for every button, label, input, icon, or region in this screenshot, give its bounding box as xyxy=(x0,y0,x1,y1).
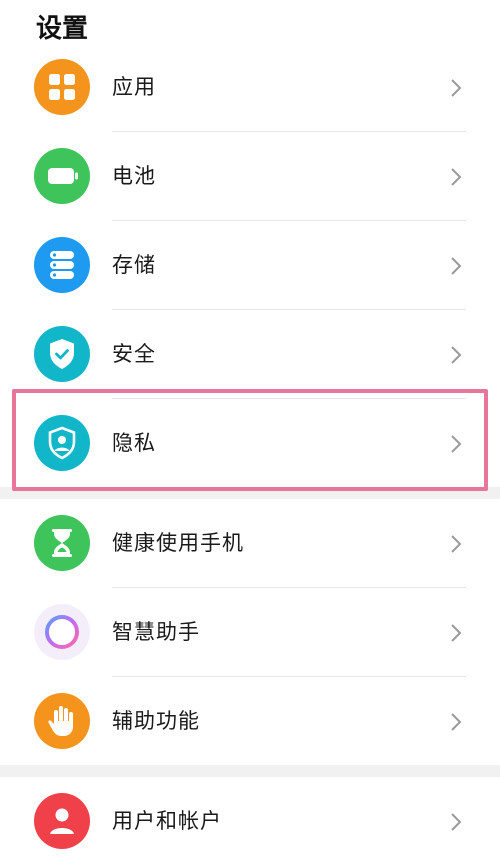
chevron-right-icon xyxy=(448,310,468,398)
hourglass-icon xyxy=(34,515,90,571)
chevron-right-icon xyxy=(448,777,468,865)
page-title: 设置 xyxy=(36,14,89,44)
settings-item-label: 安全 xyxy=(112,342,156,366)
highlight-frame xyxy=(12,389,488,491)
shield-check-icon xyxy=(34,326,90,382)
chevron-right-icon xyxy=(448,677,468,765)
settings-item-smart-assistant[interactable]: 智慧助手 xyxy=(0,588,500,676)
settings-item-label: 存储 xyxy=(112,253,156,277)
chevron-right-icon xyxy=(448,499,468,587)
apps-grid-icon xyxy=(34,59,90,115)
settings-item-battery[interactable]: 电池 xyxy=(0,132,500,220)
section-gap xyxy=(0,765,500,777)
hand-icon xyxy=(34,693,90,749)
settings-item-accessibility[interactable]: 辅助功能 xyxy=(0,677,500,765)
settings-item-label: 健康使用手机 xyxy=(112,531,244,555)
chevron-right-icon xyxy=(448,132,468,220)
chevron-right-icon xyxy=(448,43,468,131)
settings-item-label: 电池 xyxy=(112,164,156,188)
assistant-ring-icon xyxy=(34,604,90,660)
settings-item-label: 用户和帐户 xyxy=(112,809,222,833)
storage-icon xyxy=(34,237,90,293)
settings-item-label: 智慧助手 xyxy=(112,620,200,644)
battery-icon xyxy=(34,148,90,204)
settings-item-storage[interactable]: 存储 xyxy=(0,221,500,309)
chevron-right-icon xyxy=(448,221,468,309)
settings-item-digital-balance[interactable]: 健康使用手机 xyxy=(0,499,500,587)
user-icon xyxy=(34,793,90,849)
settings-item-security[interactable]: 安全 xyxy=(0,310,500,398)
settings-item-label: 应用 xyxy=(112,75,156,99)
settings-item-users-accounts[interactable]: 用户和帐户 xyxy=(0,777,500,865)
chevron-right-icon xyxy=(448,588,468,676)
settings-item-apps[interactable]: 应用 xyxy=(0,43,500,131)
settings-item-label: 辅助功能 xyxy=(112,709,200,733)
